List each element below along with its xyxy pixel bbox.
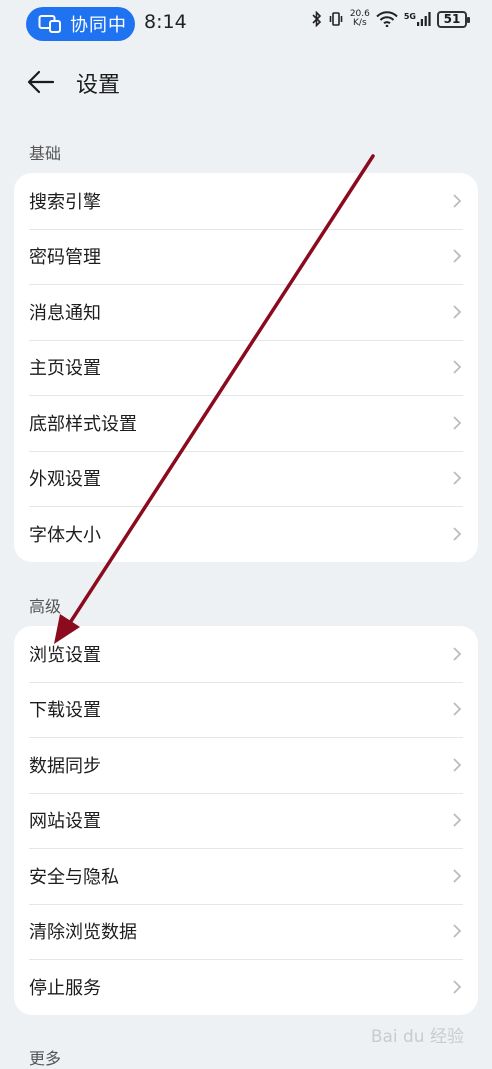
bluetooth-icon <box>312 11 321 27</box>
watermark: Bai du 经验 <box>370 1027 464 1047</box>
row-stop-service[interactable]: 停止服务 <box>14 959 478 1015</box>
row-homepage-settings[interactable]: 主页设置 <box>14 339 478 396</box>
row-website-settings[interactable]: 网站设置 <box>14 792 478 849</box>
chevron-right-icon <box>453 305 462 319</box>
battery-indicator: 51 <box>437 10 470 28</box>
row-label: 浏览设置 <box>29 644 101 666</box>
section-title-basic: 基础 <box>29 144 62 163</box>
row-label: 停止服务 <box>29 977 101 999</box>
cellular-signal: 5G <box>404 12 431 26</box>
chevron-right-icon <box>453 869 462 883</box>
chevron-right-icon <box>453 471 462 485</box>
chevron-right-icon <box>453 527 462 541</box>
network-type: 5G <box>403 12 416 21</box>
row-data-sync[interactable]: 数据同步 <box>14 737 478 793</box>
status-icons: 20.6 K/s 5G 51 <box>312 10 470 28</box>
network-speed-unit: K/s <box>353 18 367 28</box>
chevron-right-icon <box>453 702 462 716</box>
row-notifications[interactable]: 消息通知 <box>14 284 478 340</box>
header: 设置 <box>0 58 492 106</box>
back-arrow-icon[interactable] <box>26 68 56 96</box>
vibrate-icon <box>329 12 343 26</box>
chevron-right-icon <box>453 758 462 772</box>
signal-bars-icon <box>417 12 431 26</box>
chevron-right-icon <box>453 647 462 661</box>
chevron-right-icon <box>453 249 462 263</box>
row-label: 搜索引擎 <box>29 191 101 213</box>
network-speed: 20.6 K/s <box>350 10 370 28</box>
row-label: 主页设置 <box>29 358 101 380</box>
row-appearance-settings[interactable]: 外观设置 <box>14 450 478 507</box>
chevron-right-icon <box>453 416 462 430</box>
status-bar: 协同中 8:14 20.6 K/s 5G 51 <box>0 0 492 48</box>
page-title: 设置 <box>76 73 121 98</box>
section-title-more: 更多 <box>29 1049 62 1068</box>
settings-card-advanced: 浏览设置 下载设置 数据同步 网站设置 安全与隐私 清除浏览数据 停止服务 <box>14 626 478 1015</box>
row-label: 下载设置 <box>29 700 101 722</box>
row-label: 消息通知 <box>29 302 101 324</box>
chevron-right-icon <box>453 924 462 938</box>
row-label: 外观设置 <box>29 469 101 491</box>
row-font-size[interactable]: 字体大小 <box>14 506 478 562</box>
row-label: 密码管理 <box>29 247 101 269</box>
section-title-advanced: 高级 <box>29 597 62 616</box>
wifi-icon <box>376 11 398 27</box>
chevron-right-icon <box>453 813 462 827</box>
row-search-engine[interactable]: 搜索引擎 <box>14 173 478 229</box>
row-security-privacy[interactable]: 安全与隐私 <box>14 848 478 904</box>
collaboration-pill[interactable]: 协同中 <box>26 7 135 41</box>
clock: 8:14 <box>144 11 187 33</box>
row-bottom-style-settings[interactable]: 底部样式设置 <box>14 395 478 451</box>
chevron-right-icon <box>453 360 462 374</box>
chevron-right-icon <box>453 194 462 208</box>
row-label: 安全与隐私 <box>29 866 119 888</box>
chevron-right-icon <box>453 980 462 994</box>
row-download-settings[interactable]: 下载设置 <box>14 681 478 738</box>
row-clear-browsing-data[interactable]: 清除浏览数据 <box>14 903 478 960</box>
row-label: 字体大小 <box>29 524 101 546</box>
row-password-manager[interactable]: 密码管理 <box>14 228 478 285</box>
row-label: 清除浏览数据 <box>29 922 137 944</box>
row-label: 底部样式设置 <box>29 413 137 435</box>
row-browsing-settings[interactable]: 浏览设置 <box>14 626 478 682</box>
row-label: 数据同步 <box>29 755 101 777</box>
collaboration-label: 协同中 <box>70 15 127 36</box>
multi-device-icon <box>38 15 61 33</box>
battery-level: 51 <box>443 12 461 26</box>
row-label: 网站设置 <box>29 811 101 833</box>
settings-card-basic: 搜索引擎 密码管理 消息通知 主页设置 底部样式设置 外观设置 字体大小 <box>14 173 478 562</box>
